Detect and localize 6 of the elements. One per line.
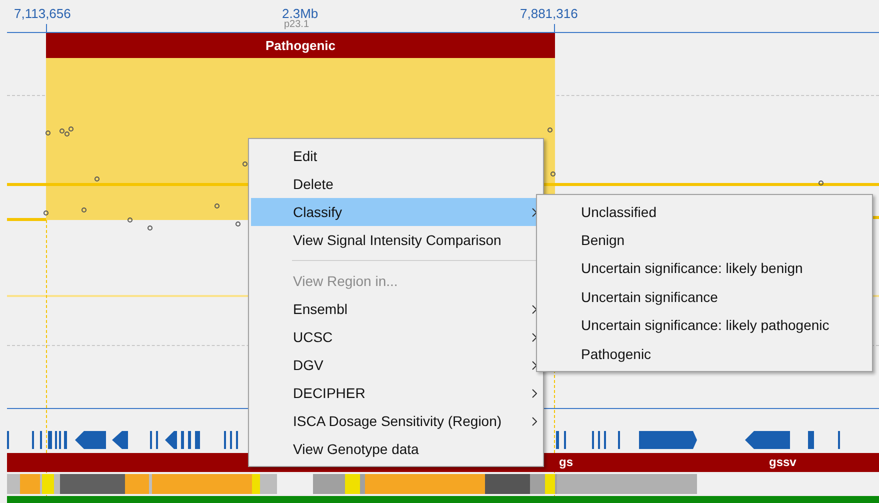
ruler-label: 2.3Mb (282, 6, 318, 21)
ruler-label: 7,113,656 (14, 6, 71, 22)
track-label: gssv (769, 455, 796, 470)
track-label: gs (559, 455, 574, 470)
ruler-label: 7,881,316 (520, 6, 578, 22)
band-label: p23.1 (284, 19, 310, 30)
